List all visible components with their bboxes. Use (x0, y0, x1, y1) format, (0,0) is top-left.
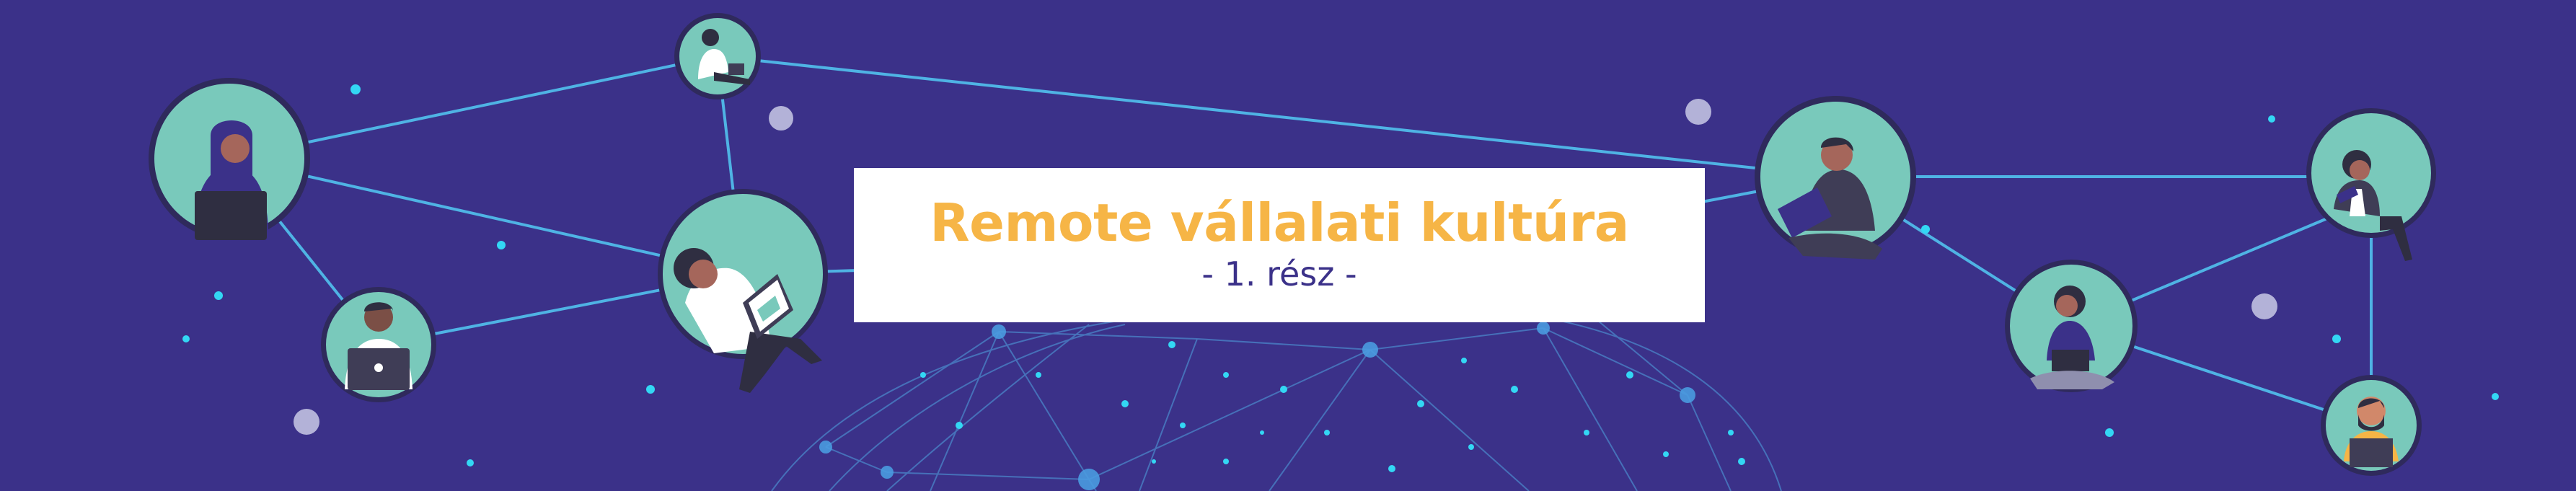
banner-title: Remote vállalati kultúra (930, 192, 1629, 253)
person-with-laptop-avatar (321, 287, 436, 402)
banner-subtitle: - 1. rész - (1201, 255, 1357, 294)
banner: Remote vállalati kultúra - 1. rész - (0, 0, 2576, 491)
person-with-laptop-avatar (674, 13, 761, 99)
person-with-laptop-avatar (2005, 260, 2138, 392)
person-with-laptop-avatar (149, 78, 310, 240)
person-with-mug-avatar (2321, 375, 2422, 476)
title-card: Remote vállalati kultúra - 1. rész - (854, 168, 1705, 322)
